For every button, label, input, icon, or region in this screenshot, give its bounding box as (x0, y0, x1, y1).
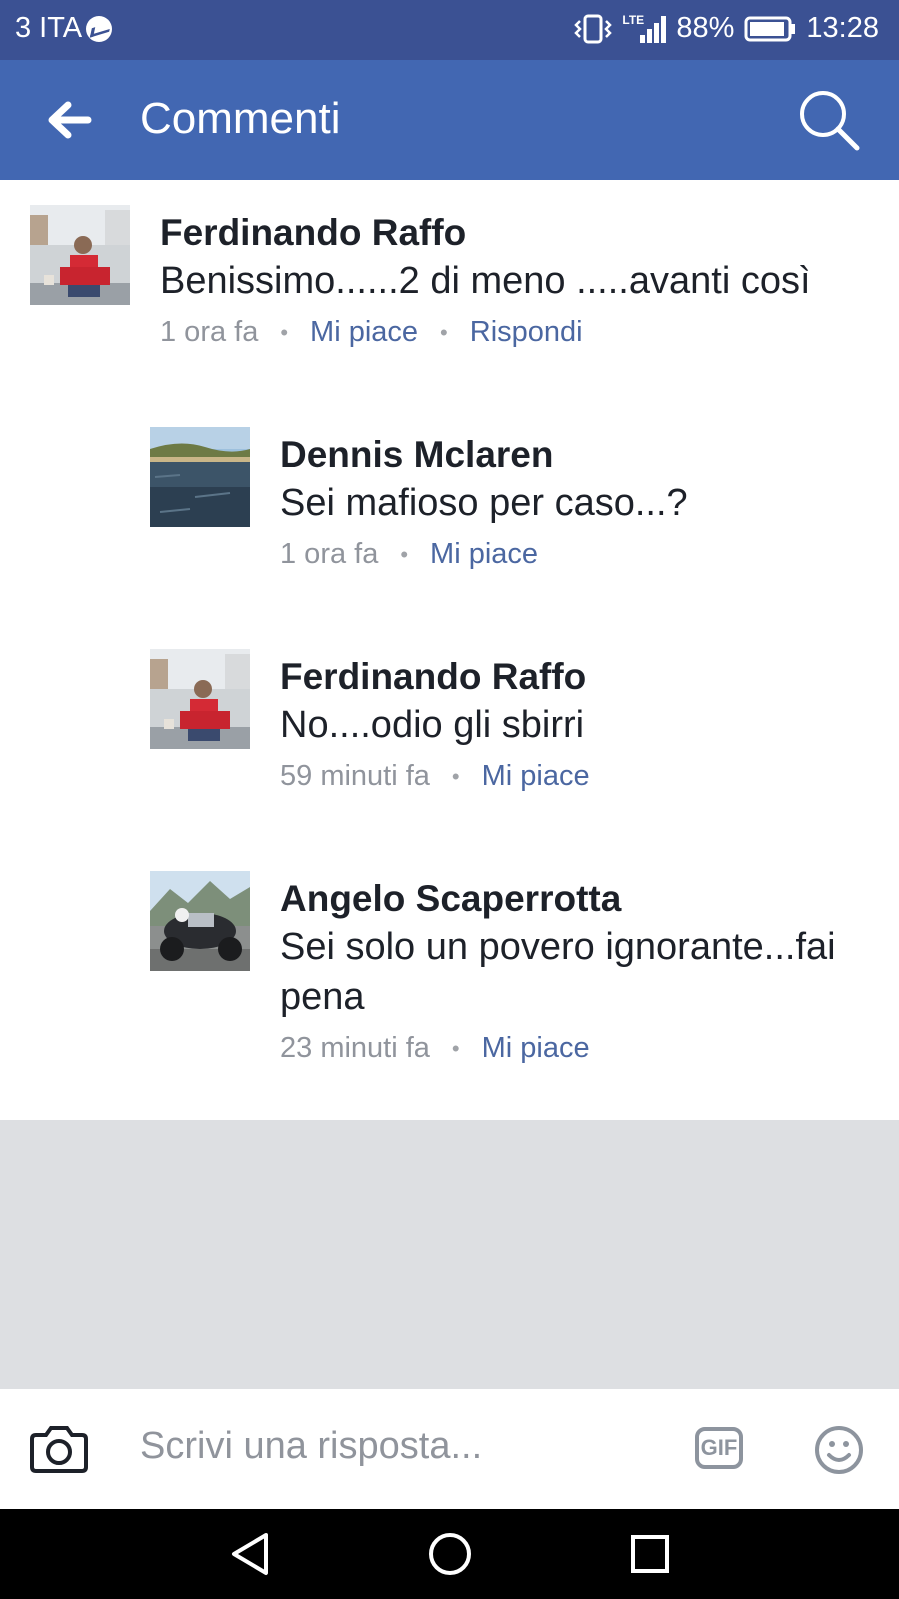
empty-area (0, 1120, 899, 1388)
messenger-icon (86, 15, 113, 42)
comment-time: 1 ora fa (280, 538, 379, 570)
comment-body: Angelo Scaperrotta Sei solo un povero ig… (280, 876, 880, 1065)
network-type: LTE (622, 12, 645, 27)
reply-input[interactable]: Scrivi una risposta... (140, 1425, 482, 1468)
avatar[interactable] (150, 427, 250, 527)
comment-text: Sei mafioso per caso...? (280, 482, 688, 524)
navigation-bar (0, 1509, 899, 1599)
like-link[interactable]: Mi piace (430, 538, 538, 571)
comment-meta: 59 minuti fa • Mi piace (280, 760, 880, 793)
comment-item: Ferdinando Raffo Benissimo......2 di men… (0, 180, 899, 380)
gif-icon[interactable]: GIF (695, 1427, 743, 1469)
separator-dot: • (280, 319, 289, 345)
comment-time: 59 minuti fa (280, 760, 430, 792)
comment-body: Ferdinando Raffo No....odio gli sbirri 5… (280, 654, 880, 793)
separator-dot: • (400, 541, 409, 567)
page-title: Commenti (140, 94, 341, 143)
comment-author[interactable]: Ferdinando Raffo (280, 654, 880, 700)
battery-icon (744, 16, 796, 41)
status-bar: 3 ITA LTE 88% 13:28 (0, 0, 899, 60)
separator-dot: • (451, 763, 460, 789)
reply-link[interactable]: Rispondi (470, 316, 583, 349)
comment-time: 23 minuti fa (280, 1032, 430, 1064)
like-link[interactable]: Mi piace (482, 760, 590, 793)
separator-dot: • (451, 1035, 460, 1061)
status-right: LTE 88% 13:28 (574, 12, 879, 45)
back-arrow-icon[interactable] (40, 90, 100, 150)
app-bar: Commenti (0, 60, 899, 180)
battery-percent: 88% (676, 12, 735, 44)
reply-item: Ferdinando Raffo No....odio gli sbirri 5… (0, 624, 899, 824)
clock: 13:28 (806, 12, 879, 44)
comment-body: Ferdinando Raffo Benissimo......2 di men… (160, 210, 880, 349)
comments-list: Ferdinando Raffo Benissimo......2 di men… (0, 180, 899, 1120)
comment-text-line: pena (280, 976, 365, 1018)
carrier-label: 3 ITA (15, 12, 83, 44)
emoji-icon[interactable] (814, 1425, 864, 1475)
avatar[interactable] (30, 205, 130, 305)
nav-back-icon[interactable] (228, 1531, 272, 1577)
comment-meta: 1 ora fa • Mi piace • Rispondi (160, 316, 880, 349)
like-link[interactable]: Mi piace (310, 316, 418, 349)
nav-home-icon[interactable] (428, 1532, 472, 1576)
comment-author[interactable]: Dennis Mclaren (280, 432, 880, 478)
comment-text: Benissimo......2 di meno .....avanti cos… (160, 260, 811, 302)
reply-composer: Scrivi una risposta... GIF (0, 1388, 899, 1510)
avatar[interactable] (150, 649, 250, 749)
reply-item: Dennis Mclaren Sei mafioso per caso...? … (0, 402, 899, 602)
comment-meta: 1 ora fa • Mi piace (280, 538, 880, 571)
search-icon[interactable] (797, 88, 861, 152)
comment-text-line: Sei solo un povero ignorante...fai (280, 926, 836, 968)
separator-dot: • (440, 319, 448, 345)
vibrate-icon (574, 14, 613, 43)
comment-text: No....odio gli sbirri (280, 704, 585, 746)
comment-body: Dennis Mclaren Sei mafioso per caso...? … (280, 432, 880, 571)
avatar[interactable] (150, 871, 250, 971)
like-link[interactable]: Mi piace (482, 1032, 590, 1065)
comment-meta: 23 minuti fa • Mi piace (280, 1032, 880, 1065)
comment-time: 1 ora fa (160, 316, 259, 348)
signal-icon: LTE (622, 12, 667, 43)
status-left: 3 ITA (15, 12, 113, 45)
comment-author[interactable]: Angelo Scaperrotta (280, 876, 880, 922)
reply-item: Angelo Scaperrotta Sei solo un povero ig… (0, 846, 899, 1106)
nav-recents-icon[interactable] (630, 1534, 670, 1574)
camera-icon[interactable] (30, 1423, 88, 1475)
comment-author[interactable]: Ferdinando Raffo (160, 210, 880, 256)
